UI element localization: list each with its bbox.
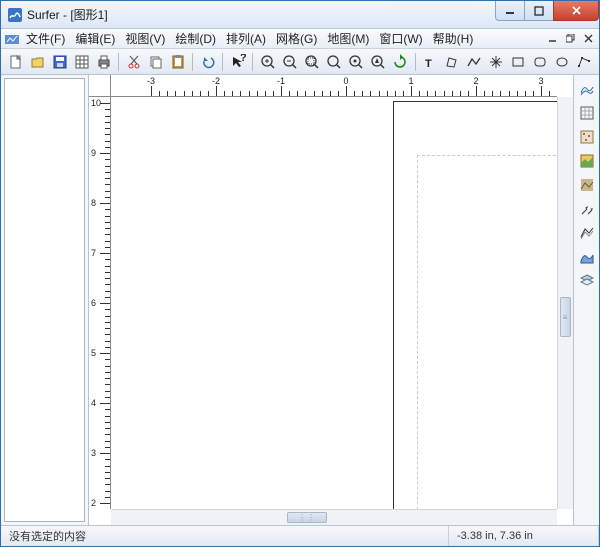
overlay-maps-icon[interactable] [577, 271, 597, 291]
zoom-actual-button[interactable] [345, 51, 366, 73]
base-map-icon[interactable] [577, 103, 597, 123]
vertical-scrollbar[interactable]: ≡ [557, 97, 573, 509]
close-button[interactable] [553, 1, 599, 21]
toolbar-separator [222, 53, 223, 71]
title-bar: Surfer - [图形1] [1, 1, 599, 29]
worksheet-button[interactable] [71, 51, 92, 73]
cut-button[interactable] [123, 51, 144, 73]
redraw-button[interactable] [390, 51, 411, 73]
menu-window[interactable]: 窗口(W) [374, 28, 427, 49]
horizontal-scrollbar[interactable]: ⋮⋮ [111, 509, 557, 525]
vertical-scroll-thumb[interactable]: ≡ [560, 297, 571, 337]
toolbar: ? T [1, 49, 599, 75]
mdi-restore-button[interactable] [561, 31, 579, 47]
menu-edit[interactable]: 编辑(E) [70, 28, 120, 49]
canvas-area: -3-2-10123 1098765432 ≡ ⋮⋮ [89, 75, 573, 525]
menu-bar: 文件(F) 编辑(E) 视图(V) 绘制(D) 排列(A) 网格(G) 地图(M… [1, 29, 599, 49]
contour-map-icon[interactable] [577, 79, 597, 99]
wireframe-map-icon[interactable] [577, 223, 597, 243]
symbol-tool-button[interactable] [486, 51, 507, 73]
rounded-rect-tool-button[interactable] [530, 51, 551, 73]
print-button[interactable] [93, 51, 114, 73]
image-map-icon[interactable] [577, 151, 597, 171]
vertical-ruler: 1098765432 [89, 97, 111, 509]
ellipse-tool-button[interactable] [552, 51, 573, 73]
window-title: Surfer - [图形1] [27, 6, 496, 23]
app-icon [7, 7, 23, 23]
object-manager-tree[interactable] [4, 78, 85, 522]
toolbar-separator [192, 53, 193, 71]
menu-arrange[interactable]: 排列(A) [221, 28, 271, 49]
polyline-tool-button[interactable] [464, 51, 485, 73]
rectangle-tool-button[interactable] [508, 51, 529, 73]
new-button[interactable] [5, 51, 26, 73]
undo-button[interactable] [197, 51, 218, 73]
text-tool-button[interactable]: T [420, 51, 441, 73]
window-controls [496, 1, 599, 21]
maximize-button[interactable] [524, 1, 554, 21]
svg-text:T: T [425, 58, 432, 70]
menu-view[interactable]: 视图(V) [120, 28, 170, 49]
polygon-tool-button[interactable] [442, 51, 463, 73]
horizontal-ruler: -3-2-10123 [111, 75, 557, 97]
zoom-realtime-button[interactable] [368, 51, 389, 73]
toolbar-separator [415, 53, 416, 71]
minimize-button[interactable] [495, 1, 525, 21]
work-area: -3-2-10123 1098765432 ≡ ⋮⋮ [1, 75, 599, 525]
copy-button[interactable] [145, 51, 166, 73]
mdi-close-button[interactable] [579, 31, 597, 47]
menu-grid[interactable]: 网格(G) [271, 28, 322, 49]
map-toolbar [573, 75, 599, 525]
mdi-system-icon[interactable] [5, 32, 19, 46]
menu-help[interactable]: 帮助(H) [428, 28, 479, 49]
open-button[interactable] [27, 51, 48, 73]
status-selection: 没有选定的内容 [1, 526, 449, 546]
page-margin [417, 155, 557, 509]
mdi-minimize-button[interactable] [543, 31, 561, 47]
zoom-in-button[interactable] [257, 51, 278, 73]
zoom-rect-button[interactable] [301, 51, 322, 73]
zoom-out-button[interactable] [279, 51, 300, 73]
status-coordinates: -3.38 in, 7.36 in [449, 526, 599, 546]
toolbar-separator [118, 53, 119, 71]
save-button[interactable] [49, 51, 70, 73]
zoom-fit-button[interactable] [323, 51, 344, 73]
status-bar: 没有选定的内容 -3.38 in, 7.36 in [1, 525, 599, 546]
menu-map[interactable]: 地图(M) [322, 28, 374, 49]
menu-file[interactable]: 文件(F) [21, 28, 70, 49]
surface-map-icon[interactable] [577, 247, 597, 267]
reshape-tool-button[interactable] [574, 51, 595, 73]
horizontal-scroll-thumb[interactable]: ⋮⋮ [287, 512, 327, 523]
help-pointer-button[interactable]: ? [227, 51, 248, 73]
ruler-corner [89, 75, 111, 97]
paste-button[interactable] [167, 51, 188, 73]
vector-map-icon[interactable] [577, 199, 597, 219]
mdi-controls [543, 31, 597, 47]
object-manager-pane[interactable] [1, 75, 89, 525]
svg-text:?: ? [240, 54, 246, 64]
menu-draw[interactable]: 绘制(D) [170, 28, 221, 49]
canvas-viewport[interactable] [111, 97, 557, 509]
shaded-relief-icon[interactable] [577, 175, 597, 195]
post-map-icon[interactable] [577, 127, 597, 147]
toolbar-separator [252, 53, 253, 71]
